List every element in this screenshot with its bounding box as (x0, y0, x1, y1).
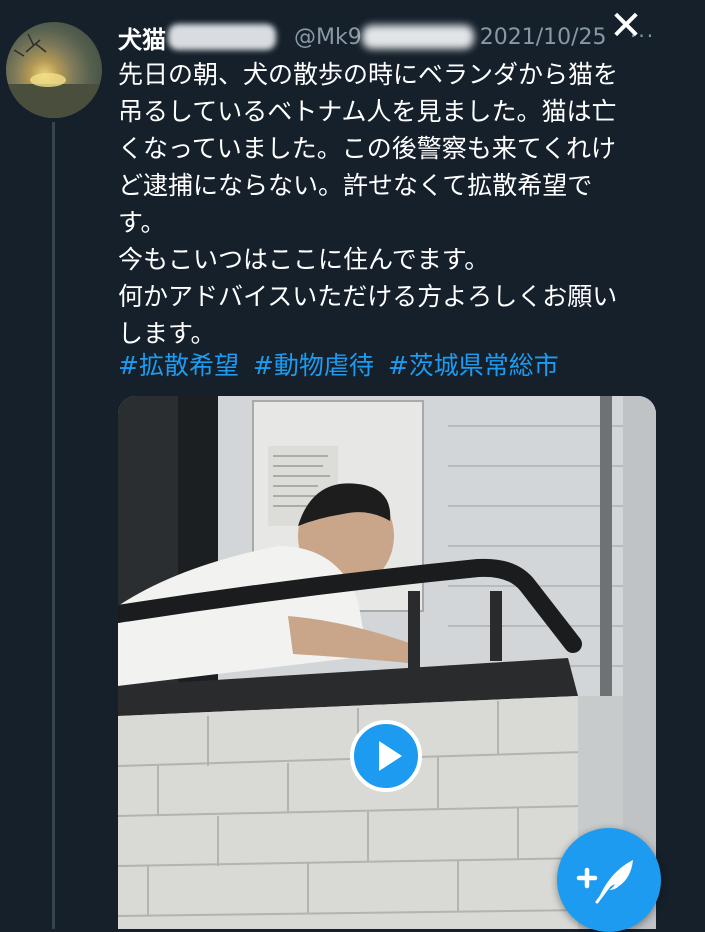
hashtag-link[interactable]: #拡散希望 (118, 351, 239, 380)
avatar-image (6, 33, 102, 118)
tweet-line: 先日の朝、犬の散歩の時にベランダから猫を (118, 60, 619, 89)
hashtag-link[interactable]: #動物虐待 (253, 351, 374, 380)
tweet-text: 先日の朝、犬の散歩の時にベランダから猫を 吊るしているベトナム人を見ました。猫は… (118, 56, 668, 352)
tweet-line: す。 (118, 208, 166, 237)
user-handle[interactable]: @Mk9 (294, 25, 362, 50)
play-icon[interactable] (350, 720, 422, 792)
tweet-line: 吊るしているベトナム人を見ました。猫は亡 (118, 97, 617, 126)
compose-tweet-icon[interactable] (557, 828, 661, 932)
avatar[interactable] (6, 22, 102, 118)
redacted-handle (361, 25, 474, 49)
tweet-header: 犬猫 @Mk9 2021/10/25 (118, 20, 607, 55)
tweet-line: 今もこいつはここに住んでます。 (118, 245, 490, 274)
tweet-line: ど逮捕にならない。許せなくて拡散希望で (118, 171, 593, 200)
thread-line (52, 122, 55, 929)
tweet-line: 何かアドバイスいただける方よろしくお願い (118, 282, 618, 311)
hashtag-link[interactable]: #茨城県常総市 (388, 351, 559, 380)
close-icon[interactable]: ✕ (606, 6, 646, 46)
hashtags: #拡散希望 #動物虐待 #茨城県常総市 (118, 346, 565, 382)
display-name[interactable]: 犬猫 (118, 20, 166, 55)
tweet-line: くなっていました。この後警察も来てくれけ (118, 134, 617, 163)
tweet-date[interactable]: 2021/10/25 (480, 25, 607, 50)
redacted-name (168, 24, 276, 50)
